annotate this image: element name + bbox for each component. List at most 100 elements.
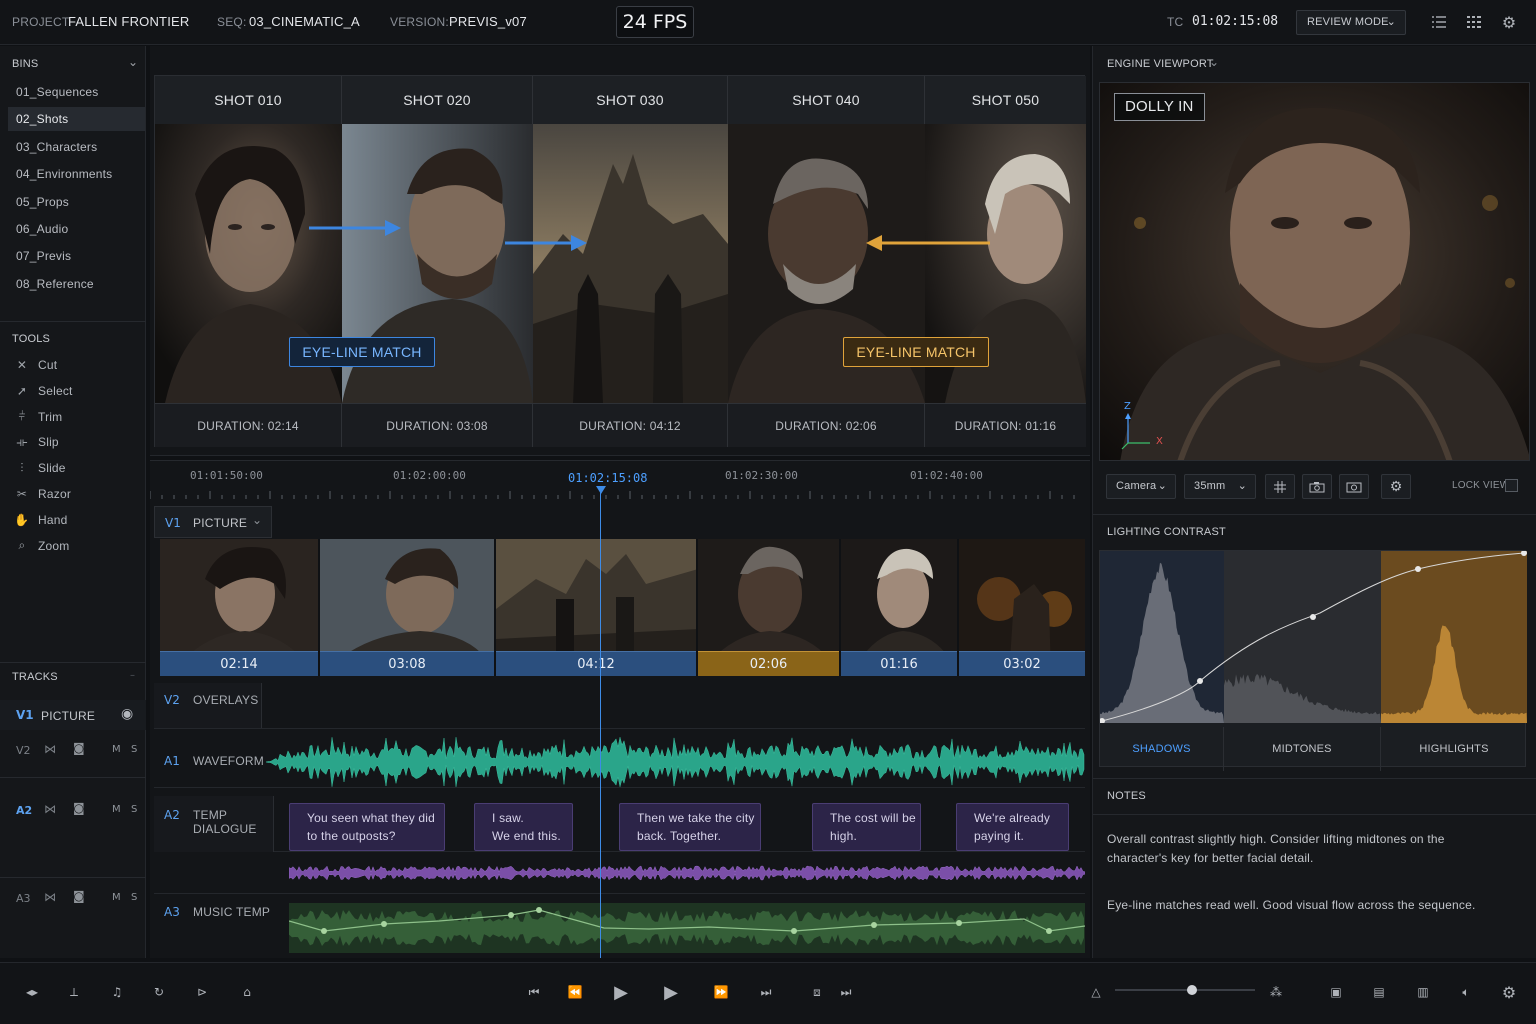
- layout-1-icon[interactable]: ▣: [1323, 979, 1349, 1005]
- chevron-down-icon[interactable]: ⌄: [252, 513, 262, 527]
- zone-highlights[interactable]: HIGHLIGHTS: [1381, 727, 1527, 771]
- lock-view-checkbox[interactable]: [1505, 479, 1518, 492]
- track-a2-header[interactable]: A2 TEMP DIALOGUE: [154, 796, 274, 852]
- volume-icon[interactable]: 🔈︎: [1453, 979, 1479, 1005]
- dialogue-clip[interactable]: You seen what they did to the outposts?: [289, 803, 445, 851]
- home-icon[interactable]: ⌂: [234, 979, 260, 1005]
- play-reverse-icon[interactable]: ▶: [608, 979, 634, 1005]
- layout-3-icon[interactable]: ▥: [1410, 979, 1436, 1005]
- shot-title[interactable]: SHOT 020: [342, 76, 533, 124]
- audio-waveform-a2[interactable]: [289, 858, 1085, 888]
- music-note-icon[interactable]: ♫: [104, 979, 130, 1005]
- snap-icon[interactable]: ⟂: [61, 979, 87, 1005]
- track-header-v1[interactable]: V1 PICTURE ◉: [0, 700, 146, 730]
- tool-cut[interactable]: ✕ Cut: [14, 355, 57, 375]
- eye-icon[interactable]: ◉: [121, 706, 133, 722]
- shot-thumbnail-city[interactable]: [533, 124, 728, 403]
- timeline-ruler[interactable]: 01:01:50:00 01:02:00:00 01:02:15:08 01:0…: [150, 460, 1090, 500]
- go-to-start-icon[interactable]: ⏮: [521, 979, 547, 1005]
- solo-button[interactable]: S: [131, 892, 137, 903]
- layout-2-icon[interactable]: ▤: [1366, 979, 1392, 1005]
- audio-waveform-a1[interactable]: [266, 736, 1085, 788]
- playhead-handle[interactable]: [596, 486, 606, 494]
- tool-select[interactable]: ➚ Select: [14, 381, 73, 401]
- timeline-clip[interactable]: 02:06: [698, 539, 841, 676]
- bin-item[interactable]: 06_Audio: [8, 217, 145, 241]
- shot-title[interactable]: SHOT 040: [728, 76, 925, 124]
- tool-slip[interactable]: ⟛ Slip: [14, 432, 59, 452]
- mute-video-icon[interactable]: ⋈: [44, 742, 56, 756]
- bin-item[interactable]: 07_Previs: [8, 244, 145, 268]
- mute-audio-icon[interactable]: ⋈: [44, 890, 56, 904]
- engine-viewport[interactable]: DOLLY IN Z X: [1099, 82, 1530, 461]
- track-v2-header[interactable]: V2 OVERLAYS: [154, 683, 262, 728]
- grid-view-icon[interactable]: [1463, 11, 1485, 33]
- timeline-clip[interactable]: 02:14: [160, 539, 320, 676]
- tool-slide[interactable]: ⫶ Slide: [14, 458, 66, 478]
- timeline-clip[interactable]: 04:12: [496, 539, 698, 676]
- bin-item[interactable]: 04_Environments: [8, 162, 145, 186]
- track-header-a2[interactable]: A2 ⋈ ◙ M S: [0, 796, 146, 826]
- dialogue-clip[interactable]: The cost will be high.: [812, 803, 921, 851]
- tool-zoom[interactable]: ⌕ Zoom: [14, 536, 70, 556]
- mark-out-icon[interactable]: ⏭: [833, 979, 859, 1005]
- loop-icon[interactable]: ↻: [146, 979, 172, 1005]
- tool-razor[interactable]: ✂ Razor: [14, 484, 71, 504]
- dialogue-clip[interactable]: Then we take the city back. Together.: [619, 803, 761, 851]
- track-header-v2[interactable]: V2 ⋈ ◙ M S: [0, 736, 146, 766]
- shot-title[interactable]: SHOT 050: [925, 76, 1086, 124]
- fast-forward-icon[interactable]: ⏩: [708, 979, 734, 1005]
- gear-icon[interactable]: ⚙: [1496, 979, 1522, 1005]
- bin-item[interactable]: 01_Sequences: [8, 80, 145, 104]
- chevron-down-icon[interactable]: ⌄: [1209, 55, 1219, 69]
- music-waveform-a3[interactable]: [289, 903, 1085, 953]
- bin-item[interactable]: 08_Reference: [8, 272, 145, 296]
- timeline-clip[interactable]: 03:02: [959, 539, 1085, 676]
- review-mode-dropdown[interactable]: REVIEW MODE ⌄: [1296, 10, 1406, 35]
- track-a1-header[interactable]: A1 WAVEFORM: [154, 742, 264, 788]
- lighting-contrast-graph[interactable]: SHADOWS MIDTONES HIGHLIGHTS: [1099, 550, 1527, 771]
- go-to-end-icon[interactable]: ⏭: [753, 979, 779, 1005]
- zoom-in-icon[interactable]: ⁂: [1263, 979, 1289, 1005]
- zone-midtones[interactable]: MIDTONES: [1224, 727, 1381, 771]
- chevron-down-icon[interactable]: ⌄: [128, 55, 138, 69]
- zone-shadows[interactable]: SHADOWS: [1100, 727, 1224, 771]
- rewind-icon[interactable]: ⏪: [562, 979, 588, 1005]
- snapshot-icon[interactable]: [1339, 474, 1369, 499]
- playhead-line[interactable]: [600, 488, 601, 958]
- shot-title[interactable]: SHOT 030: [533, 76, 728, 124]
- solo-button[interactable]: S: [131, 804, 137, 815]
- zoom-slider-knob[interactable]: [1187, 985, 1197, 995]
- eyeline-match-badge[interactable]: EYE-LINE MATCH: [289, 337, 435, 367]
- timeline-clip[interactable]: 01:16: [841, 539, 959, 676]
- track-a3-header[interactable]: A3 MUSIC TEMP: [154, 897, 284, 937]
- shot-title[interactable]: SHOT 010: [155, 76, 342, 124]
- audio-scrub-icon[interactable]: ◂▸: [19, 979, 45, 1005]
- camera-icon[interactable]: ◙: [73, 741, 85, 755]
- camera-icon[interactable]: ◙: [73, 889, 85, 903]
- bin-item[interactable]: 05_Props: [8, 190, 145, 214]
- tool-hand[interactable]: ✋ Hand: [14, 510, 68, 530]
- trim-mode-icon[interactable]: ⊳: [189, 979, 215, 1005]
- gear-icon[interactable]: ⚙: [1498, 11, 1520, 33]
- eyeline-match-badge[interactable]: EYE-LINE MATCH: [843, 337, 989, 367]
- fps-display[interactable]: 24 FPS: [616, 6, 694, 38]
- track-header-a3[interactable]: A3 ⋈ ◙ M S: [0, 884, 146, 914]
- grid-overlay-icon[interactable]: [1265, 474, 1295, 499]
- gear-icon[interactable]: ⚙: [1381, 474, 1411, 499]
- camera-dropdown[interactable]: Camera ⌄: [1106, 474, 1176, 499]
- solo-button[interactable]: S: [131, 744, 137, 755]
- collapse-icon[interactable]: –: [130, 670, 135, 681]
- bin-item[interactable]: 03_Characters: [8, 135, 145, 159]
- mark-in-icon[interactable]: ⧈: [804, 979, 830, 1005]
- dialogue-clip[interactable]: I saw. We end this.: [474, 803, 573, 851]
- zoom-slider-track[interactable]: [1115, 989, 1255, 991]
- mute-button[interactable]: M: [112, 892, 121, 903]
- timeline-clip[interactable]: 03:08: [320, 539, 496, 676]
- track-v1-header[interactable]: V1 PICTURE ⌄: [154, 506, 272, 538]
- tool-trim[interactable]: ⫩ Trim: [14, 407, 62, 427]
- play-icon[interactable]: ▶: [658, 979, 684, 1005]
- bin-item[interactable]: 02_Shots: [8, 107, 145, 132]
- mute-button[interactable]: M: [112, 804, 121, 815]
- list-view-icon[interactable]: [1428, 11, 1450, 33]
